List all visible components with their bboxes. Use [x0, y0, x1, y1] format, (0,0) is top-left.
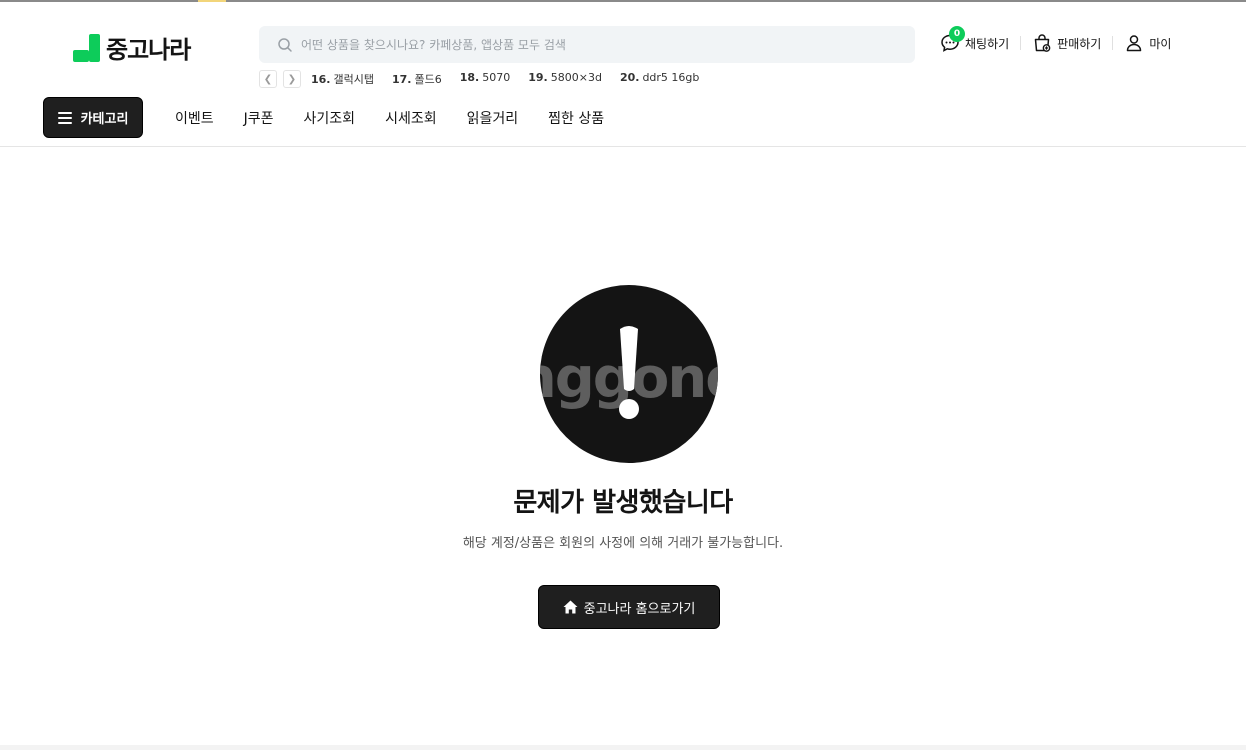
menu-icon [57, 111, 72, 124]
search-icon [278, 37, 292, 52]
divider [1112, 36, 1114, 50]
footer-divider [0, 745, 1246, 750]
home-icon [563, 600, 578, 614]
nav-link-price-check[interactable]: 시세조회 [385, 108, 437, 128]
nav-divider [0, 146, 1246, 147]
popular-item[interactable]: 18. 5070 [460, 71, 511, 87]
nav-link-coupon[interactable]: J쿠폰 [244, 108, 274, 128]
popular-searches: ❮ ❯ 16. 갤럭시탭 17. 폴드6 18. 5070 19. 5800×3d 20… [259, 70, 717, 88]
top-border [0, 0, 1246, 2]
nav-link-wishlist[interactable]: 찜한 상품 [548, 108, 604, 128]
chat-count-badge: 0 [949, 26, 965, 42]
alert-icon: nggone [540, 285, 718, 463]
divider [1020, 36, 1022, 50]
popular-item[interactable]: 19. 5800×3d [528, 71, 602, 87]
chevron-left-icon[interactable]: ❮ [259, 70, 277, 88]
logo-text: 중고나라 [106, 36, 191, 64]
error-title: 문제가 발생했습니다 [513, 488, 733, 518]
nav-link-articles[interactable]: 읽을거리 [467, 108, 519, 128]
chat-label: 채팅하기 [965, 36, 1010, 51]
search-input[interactable] [301, 37, 901, 52]
nav-link-fraud-check[interactable]: 사기조회 [304, 108, 356, 128]
chat-button[interactable]: 0 채팅하기 [940, 26, 1010, 53]
go-home-button[interactable]: 중고나라 홈으로가기 [538, 585, 720, 629]
header-actions: 0 채팅하기 판매하기 마이 [940, 26, 1171, 53]
popular-item[interactable]: 17. 폴드6 [392, 71, 442, 87]
my-page-button[interactable]: 마이 [1124, 33, 1171, 53]
logo-j-icon [73, 33, 101, 62]
category-button[interactable]: 카테고리 [43, 97, 143, 138]
top-border-accent [198, 0, 226, 2]
my-label: 마이 [1149, 36, 1172, 51]
sell-label: 판매하기 [1057, 36, 1102, 51]
shopping-bag-icon [1034, 34, 1051, 52]
nav-link-event[interactable]: 이벤트 [175, 108, 214, 128]
sell-button[interactable]: 판매하기 [1032, 33, 1101, 53]
popular-list: 16. 갤럭시탭 17. 폴드6 18. 5070 19. 5800×3d 20. ddr… [311, 71, 717, 87]
user-icon [1127, 35, 1142, 52]
error-message: 해당 계정/상품은 회원의 사정에 의해 거래가 불가능합니다. [462, 536, 784, 551]
category-label: 카테고리 [80, 112, 129, 127]
nav-links: 이벤트 J쿠폰 사기조회 시세조회 읽을거리 찜한 상품 [175, 108, 634, 128]
popular-item[interactable]: 16. 갤럭시탭 [311, 71, 374, 87]
popular-item[interactable]: 20. ddr5 16gb [620, 71, 699, 87]
logo[interactable]: 중고나라 [73, 30, 191, 65]
go-home-label: 중고나라 홈으로가기 [583, 601, 696, 617]
search-bar[interactable] [259, 26, 915, 63]
chevron-right-icon[interactable]: ❯ [283, 70, 301, 88]
